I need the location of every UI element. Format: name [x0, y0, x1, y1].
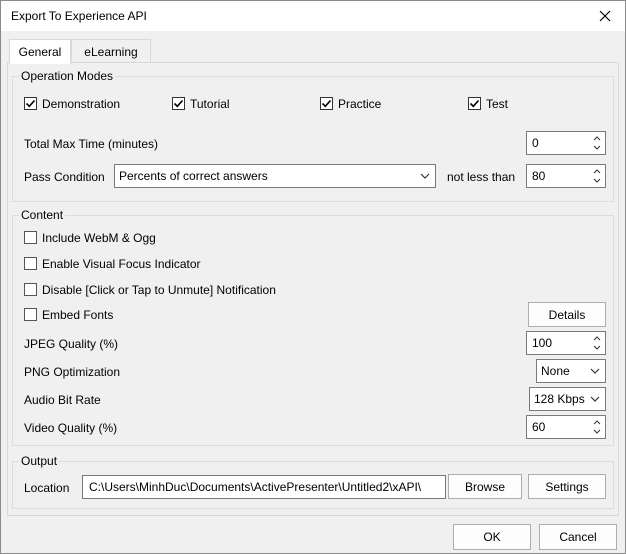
jpeg-quality-value: 100	[532, 336, 553, 350]
pass-condition-label: Pass Condition	[24, 170, 105, 184]
title-bar: Export To Experience API	[1, 1, 625, 31]
png-optimization-value: None	[541, 364, 570, 378]
visual-focus-checkbox[interactable]	[24, 257, 37, 270]
practice-checkbox[interactable]	[320, 97, 333, 110]
pass-condition-select[interactable]: Percents of correct answers	[114, 164, 436, 188]
video-quality-label: Video Quality (%)	[24, 421, 118, 435]
audio-bit-rate-label: Audio Bit Rate	[24, 393, 101, 407]
close-icon	[599, 10, 611, 22]
browse-button-label: Browse	[464, 480, 505, 494]
details-button[interactable]: Details	[528, 302, 606, 327]
video-quality-value: 60	[532, 420, 546, 434]
tab-general[interactable]: General	[9, 39, 71, 64]
test-label: Test	[486, 97, 509, 111]
location-label: Location	[24, 481, 70, 495]
window-title: Export To Experience API	[11, 9, 147, 23]
cancel-button-label: Cancel	[559, 530, 597, 544]
total-max-time-label: Total Max Time (minutes)	[24, 137, 159, 151]
disable-unmute-label: Disable [Click or Tap to Unmute] Notific…	[42, 283, 276, 297]
audio-bit-rate-select[interactable]: 128 Kbps	[529, 387, 606, 411]
check-icon	[25, 99, 36, 108]
demonstration-checkbox[interactable]	[24, 97, 37, 110]
test-checkbox[interactable]	[468, 97, 481, 110]
details-button-label: Details	[548, 308, 586, 322]
tutorial-checkbox[interactable]	[172, 97, 185, 110]
close-button[interactable]	[585, 1, 625, 31]
png-optimization-label: PNG Optimization	[24, 365, 121, 379]
general-panel: Operation Modes Demonstration Tutorial P…	[7, 62, 619, 516]
include-webm-label: Include WebM & Ogg	[42, 231, 156, 245]
check-icon	[321, 99, 332, 108]
content-title: Content	[21, 208, 64, 222]
check-icon	[173, 99, 184, 108]
location-input[interactable]: C:\Users\MinhDuc\Documents\ActivePresent…	[82, 475, 446, 499]
jpeg-quality-spinner[interactable]: 100	[526, 331, 606, 355]
browse-button[interactable]: Browse	[448, 474, 522, 499]
output-title: Output	[21, 454, 58, 468]
tab-elearning-label: eLearning	[84, 45, 138, 59]
spinner-arrows-icon[interactable]	[591, 134, 603, 152]
include-webm-checkbox[interactable]	[24, 231, 37, 244]
ok-button[interactable]: OK	[453, 524, 531, 550]
chevron-down-icon	[590, 368, 600, 374]
spinner-arrows-icon[interactable]	[591, 334, 603, 352]
spinner-arrows-icon[interactable]	[591, 418, 603, 436]
embed-fonts-checkbox[interactable]	[24, 308, 37, 321]
chevron-down-icon	[590, 396, 600, 402]
tutorial-label: Tutorial	[190, 97, 230, 111]
png-optimization-select[interactable]: None	[536, 359, 606, 383]
jpeg-quality-label: JPEG Quality (%)	[24, 337, 119, 351]
pass-percent-value: 80	[532, 169, 546, 183]
practice-label: Practice	[338, 97, 382, 111]
export-dialog: Export To Experience API General eLearni…	[0, 0, 626, 554]
ok-button-label: OK	[483, 530, 501, 544]
pass-condition-value: Percents of correct answers	[119, 169, 268, 183]
operation-modes-title: Operation Modes	[21, 69, 114, 83]
total-max-time-spinner[interactable]: 0	[526, 131, 606, 155]
location-value: C:\Users\MinhDuc\Documents\ActivePresent…	[89, 480, 422, 494]
video-quality-spinner[interactable]: 60	[526, 415, 606, 439]
cancel-button[interactable]: Cancel	[539, 524, 617, 550]
total-max-time-value: 0	[532, 136, 539, 150]
disable-unmute-checkbox[interactable]	[24, 283, 37, 296]
embed-fonts-label: Embed Fonts	[42, 308, 114, 322]
tab-elearning[interactable]: eLearning	[71, 39, 151, 63]
tab-general-label: General	[18, 45, 62, 59]
check-icon	[469, 99, 480, 108]
pass-percent-spinner[interactable]: 80	[526, 164, 606, 188]
audio-bit-rate-value: 128 Kbps	[534, 392, 585, 406]
demonstration-label: Demonstration	[42, 97, 121, 111]
spinner-arrows-icon[interactable]	[591, 167, 603, 185]
not-less-than-label: not less than	[447, 170, 516, 184]
output-settings-button[interactable]: Settings	[528, 474, 606, 499]
output-settings-button-label: Settings	[545, 480, 589, 494]
chevron-down-icon	[420, 173, 430, 179]
visual-focus-label: Enable Visual Focus Indicator	[42, 257, 201, 271]
